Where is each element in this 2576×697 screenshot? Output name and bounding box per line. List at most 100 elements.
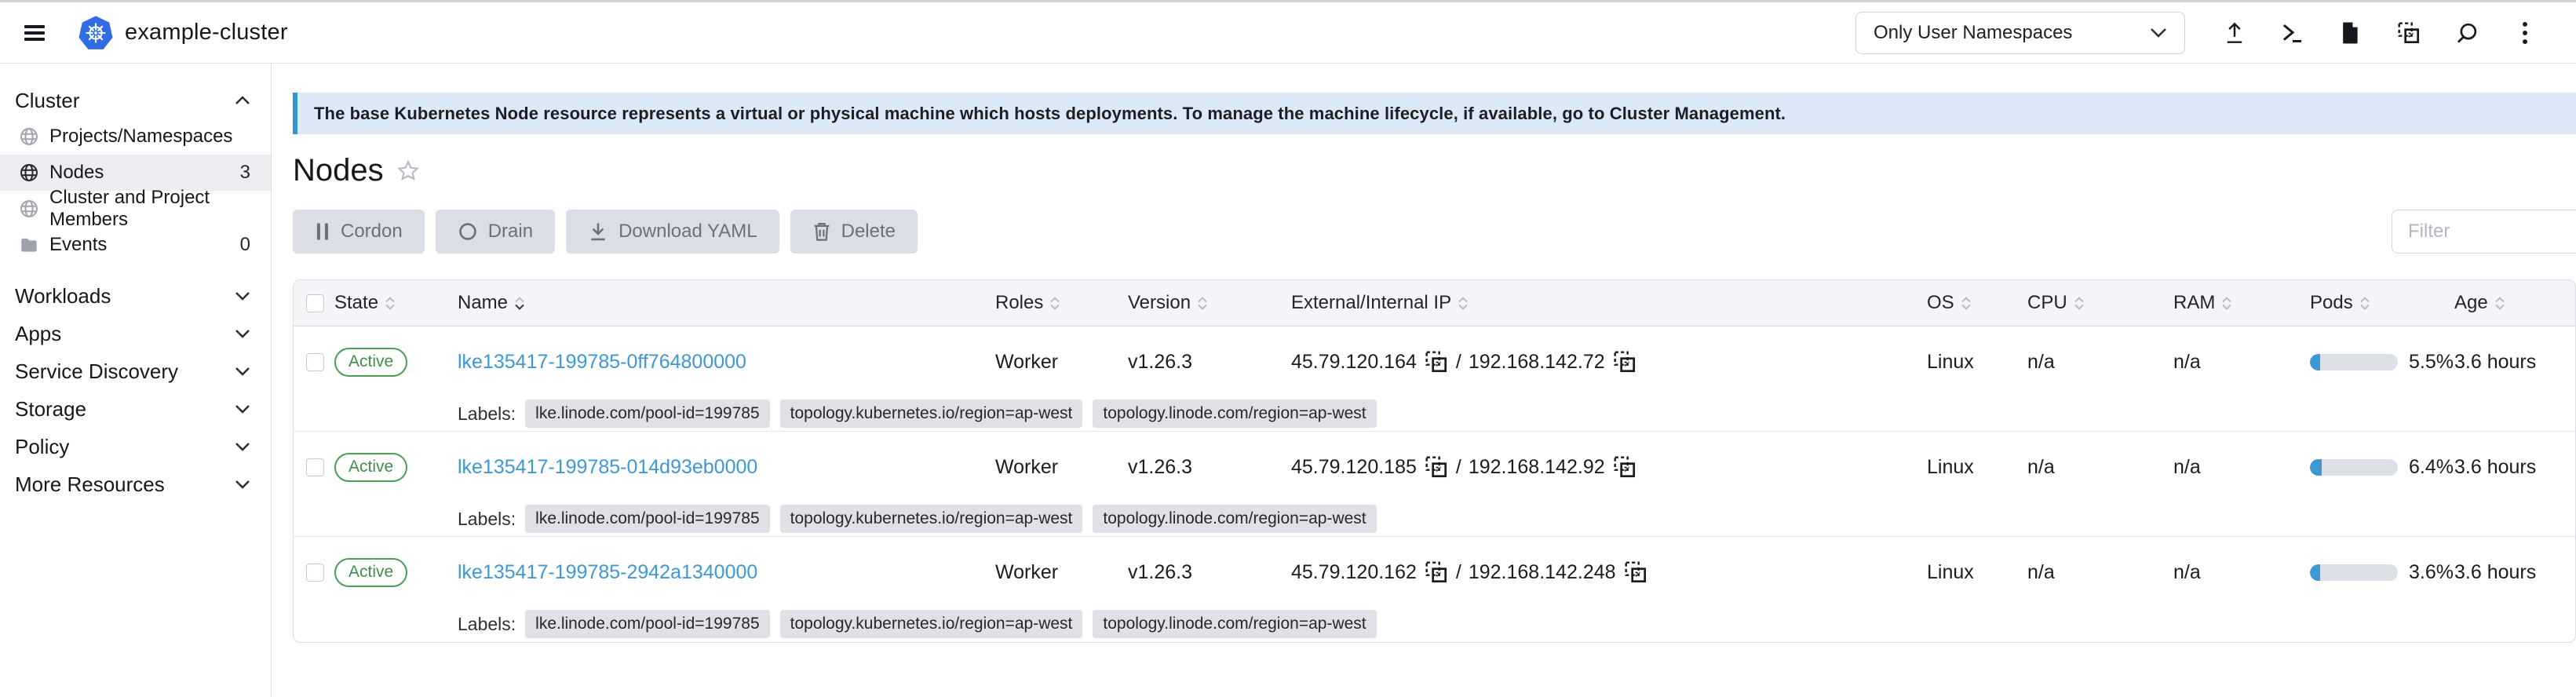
- cpu-value: n/a: [2027, 351, 2055, 374]
- sidebar-group-workloads[interactable]: Workloads: [0, 277, 271, 315]
- select-all-checkbox[interactable]: [306, 294, 324, 312]
- column-header-external-internal-ip[interactable]: External/Internal IP: [1291, 292, 1927, 314]
- row-labels: Labels:lke.linode.com/pool-id=199785topo…: [294, 502, 2575, 535]
- sidebar-group-label: Service Discovery: [15, 359, 178, 384]
- node-name-link[interactable]: lke135417-199785-0ff764800000: [458, 351, 746, 374]
- cell-state: Active: [334, 558, 458, 587]
- column-header-pods[interactable]: Pods: [2310, 292, 2454, 314]
- roles-value: Worker: [995, 351, 1058, 374]
- drain-button[interactable]: Drain: [436, 210, 555, 254]
- cell-age: 3.6 hours: [2454, 561, 2575, 584]
- info-banner-text: The base Kubernetes Node resource repres…: [314, 104, 1786, 124]
- cell-ram: n/a: [2173, 561, 2310, 584]
- column-header-age[interactable]: Age: [2454, 292, 2575, 314]
- copy-icon[interactable]: [1424, 560, 1449, 585]
- favorite-star-icon[interactable]: [396, 159, 421, 184]
- table-row-main: Activelke135417-199785-0ff764800000Worke…: [294, 327, 2575, 397]
- column-header-label: OS: [1927, 292, 1954, 314]
- sidebar-item-cluster-and-project-members[interactable]: Cluster and Project Members: [0, 191, 271, 227]
- chevron-up-icon: [235, 96, 250, 105]
- sidebar-group-cluster[interactable]: Cluster: [0, 82, 271, 119]
- sidebar-group-service-discovery[interactable]: Service Discovery: [0, 352, 271, 390]
- internal-ip-value: 192.168.142.248: [1469, 561, 1616, 584]
- sort-arrows-icon: [2221, 297, 2232, 310]
- delete-button[interactable]: Delete: [790, 210, 918, 254]
- row-checkbox[interactable]: [306, 564, 324, 582]
- folder-icon: [19, 235, 39, 255]
- row-checkbox[interactable]: [306, 353, 324, 371]
- label-tag: lke.linode.com/pool-id=199785: [525, 610, 769, 638]
- sidebar-item-count: 0: [240, 234, 250, 256]
- internal-ip-value: 192.168.142.92: [1469, 456, 1605, 479]
- column-header-os[interactable]: OS: [1927, 292, 2027, 314]
- namespace-filter-dropdown[interactable]: Only User Namespaces: [1855, 12, 2185, 54]
- button-label: Drain: [488, 221, 533, 243]
- sort-arrows-icon: [1458, 297, 1469, 310]
- sidebar-item-events[interactable]: Events0: [0, 227, 271, 263]
- sidebar-group-more-resources[interactable]: More Resources: [0, 465, 271, 503]
- sidebar-item-label: Cluster and Project Members: [49, 187, 250, 231]
- node-name-link[interactable]: lke135417-199785-014d93eb0000: [458, 456, 757, 479]
- pods-percent-value: 3.6%: [2409, 561, 2454, 584]
- rancher-app: example-cluster Only User Namespaces Clu…: [0, 0, 2576, 697]
- filter-input[interactable]: [2392, 210, 2576, 254]
- row-labels: Labels:lke.linode.com/pool-id=199785topo…: [294, 397, 2575, 430]
- globe-icon: [19, 162, 39, 183]
- import-yaml-icon[interactable]: [2206, 12, 2264, 54]
- pods-progress-fill: [2310, 459, 2322, 476]
- node-name-link[interactable]: lke135417-199785-2942a1340000: [458, 561, 757, 584]
- roles-value: Worker: [995, 456, 1058, 479]
- cordon-button[interactable]: Cordon: [293, 210, 425, 254]
- copy-icon[interactable]: [1424, 349, 1449, 374]
- search-icon[interactable]: [2438, 12, 2496, 54]
- table-row: Activelke135417-199785-0ff764800000Worke…: [294, 327, 2575, 432]
- column-header-name[interactable]: Name: [458, 292, 995, 314]
- column-header-ram[interactable]: RAM: [2173, 292, 2310, 314]
- label-tag: topology.linode.com/region=ap-west: [1093, 505, 1376, 533]
- column-header-cpu[interactable]: CPU: [2027, 292, 2173, 314]
- nodes-table: StateNameRolesVersionExternal/Internal I…: [293, 279, 2576, 643]
- cell-cpu: n/a: [2027, 456, 2173, 479]
- internal-ip-value: 192.168.142.72: [1469, 351, 1605, 374]
- copy-icon[interactable]: [1424, 454, 1449, 480]
- cell-roles: Worker: [995, 456, 1128, 479]
- download-kubeconfig-icon[interactable]: [2322, 12, 2380, 54]
- sidebar-group-policy[interactable]: Policy: [0, 428, 271, 465]
- copy-icon[interactable]: [1623, 560, 1648, 585]
- kebab-menu-icon[interactable]: [2496, 12, 2554, 54]
- chevron-down-icon: [235, 329, 250, 338]
- namespace-filter-value: Only User Namespaces: [1874, 22, 2072, 44]
- kubectl-shell-icon[interactable]: [2264, 12, 2322, 54]
- sidebar-group-storage[interactable]: Storage: [0, 390, 271, 428]
- sidebar-item-projects-namespaces[interactable]: Projects/Namespaces: [0, 119, 271, 155]
- labels-prefix: Labels:: [458, 403, 516, 425]
- table-header-row: StateNameRolesVersionExternal/Internal I…: [294, 280, 2575, 327]
- chevron-down-icon: [235, 367, 250, 376]
- pods-percent-value: 6.4%: [2409, 456, 2454, 479]
- copy-kubeconfig-icon[interactable]: [2380, 12, 2438, 54]
- cell-external-internal-ip: 45.79.120.162/192.168.142.248: [1291, 560, 1927, 585]
- os-value: Linux: [1927, 456, 1974, 479]
- cell-checkbox: [294, 353, 334, 371]
- pods-percent-value: 5.5%: [2409, 351, 2454, 374]
- copy-icon[interactable]: [1612, 349, 1637, 374]
- column-header-label: Age: [2454, 292, 2488, 314]
- cell-cpu: n/a: [2027, 561, 2173, 584]
- label-tag: topology.kubernetes.io/region=ap-west: [780, 505, 1083, 533]
- column-header-version[interactable]: Version: [1128, 292, 1291, 314]
- sidebar-group-apps[interactable]: Apps: [0, 315, 271, 352]
- external-ip-value: 45.79.120.164: [1291, 351, 1417, 374]
- table-row: Activelke135417-199785-2942a1340000Worke…: [294, 537, 2575, 642]
- pods-progress-bar: [2310, 459, 2398, 476]
- copy-icon[interactable]: [1612, 454, 1637, 480]
- sidebar-item-nodes[interactable]: Nodes3: [0, 155, 271, 191]
- download-yaml-button[interactable]: Download YAML: [566, 210, 779, 254]
- row-checkbox[interactable]: [306, 458, 324, 476]
- ip-separator: /: [1456, 351, 1461, 374]
- cell-pods: 3.6%: [2310, 561, 2454, 584]
- column-header-label: Pods: [2310, 292, 2353, 314]
- column-header-roles[interactable]: Roles: [995, 292, 1128, 314]
- hamburger-menu-icon[interactable]: [24, 25, 45, 41]
- cell-checkbox: [294, 564, 334, 582]
- column-header-state[interactable]: State: [334, 292, 458, 314]
